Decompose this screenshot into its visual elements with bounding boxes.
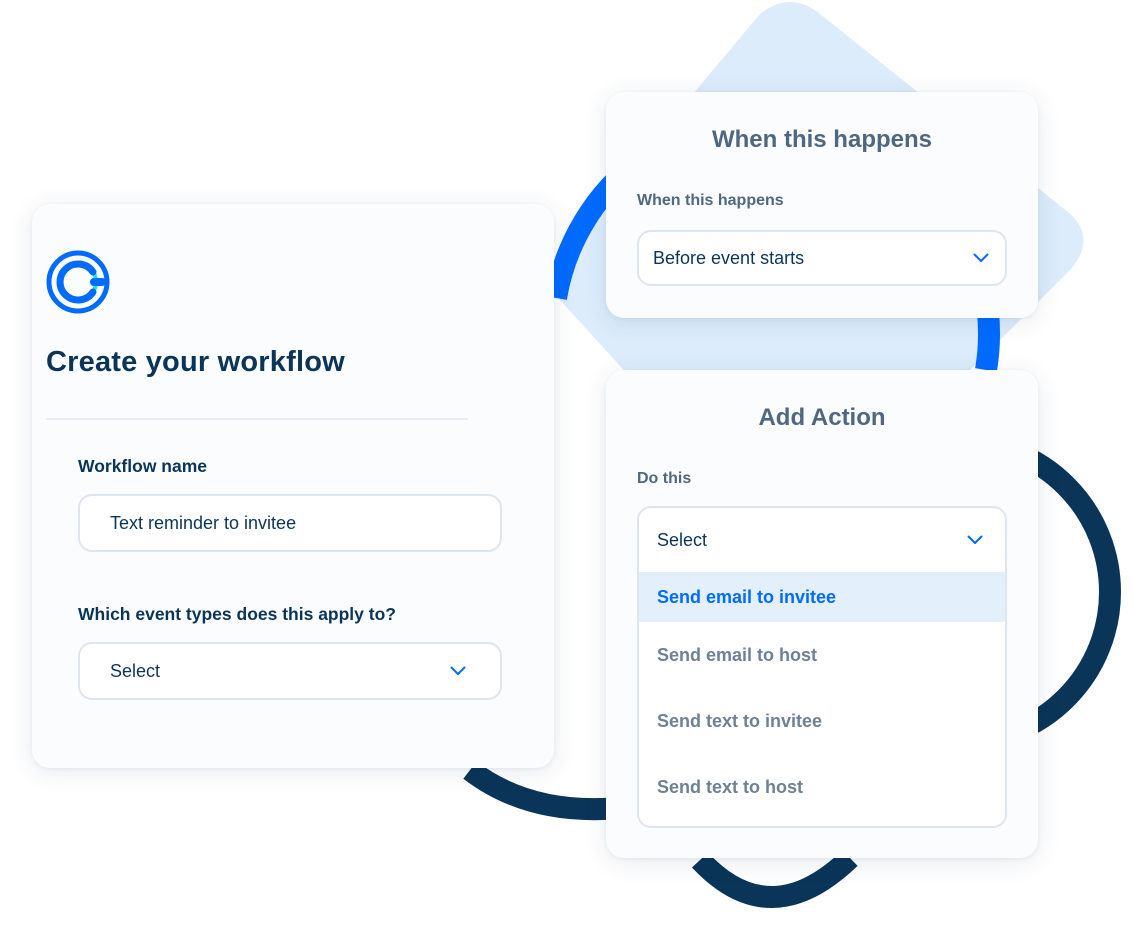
action-card-title: Add Action — [758, 404, 886, 431]
navy-ring-bottom-arc — [691, 849, 858, 908]
workflow-name-value: Text reminder to invitee — [110, 512, 297, 533]
add-action-card: Add Action Do this Select Send email to … — [606, 370, 1038, 858]
workflow-name-label: Workflow name — [78, 456, 208, 476]
option-label: Send email to invitee — [657, 586, 837, 607]
trigger-label: When this happens — [637, 192, 784, 209]
trigger-select[interactable]: Before event starts — [637, 230, 1007, 286]
action-select-value: Select — [657, 529, 708, 550]
action-label: Do this — [637, 470, 692, 487]
event-types-select-value: Select — [110, 660, 161, 681]
workflow-name-input[interactable]: Text reminder to invitee — [78, 494, 502, 552]
chevron-down-icon — [450, 666, 466, 675]
calendly-logo-icon — [46, 250, 110, 314]
option-send-email-to-invitee[interactable]: Send email to invitee — [639, 572, 1005, 622]
option-send-text-to-host[interactable]: Send text to host — [639, 754, 1005, 820]
title-divider — [46, 418, 468, 420]
option-label: Send text to invitee — [657, 710, 823, 731]
chevron-down-icon — [967, 535, 983, 544]
option-send-email-to-host[interactable]: Send email to host — [639, 622, 1005, 688]
trigger-card: When this happens When this happens Befo… — [606, 92, 1038, 318]
action-select[interactable]: Select — [639, 508, 1005, 572]
option-label: Send email to host — [657, 644, 818, 665]
trigger-select-value: Before event starts — [653, 247, 805, 268]
option-label: Send text to host — [657, 776, 804, 797]
navy-ring-left-arc — [463, 761, 621, 821]
event-types-label: Which event types does this apply to? — [78, 604, 396, 624]
option-send-text-to-invitee[interactable]: Send text to invitee — [639, 688, 1005, 754]
event-types-select[interactable]: Select — [78, 642, 502, 700]
page-title: Create your workflow — [46, 346, 345, 378]
action-dropdown: Select Send email to invitee Send email … — [637, 506, 1007, 828]
chevron-down-icon — [973, 253, 989, 262]
trigger-card-title: When this happens — [711, 126, 932, 153]
